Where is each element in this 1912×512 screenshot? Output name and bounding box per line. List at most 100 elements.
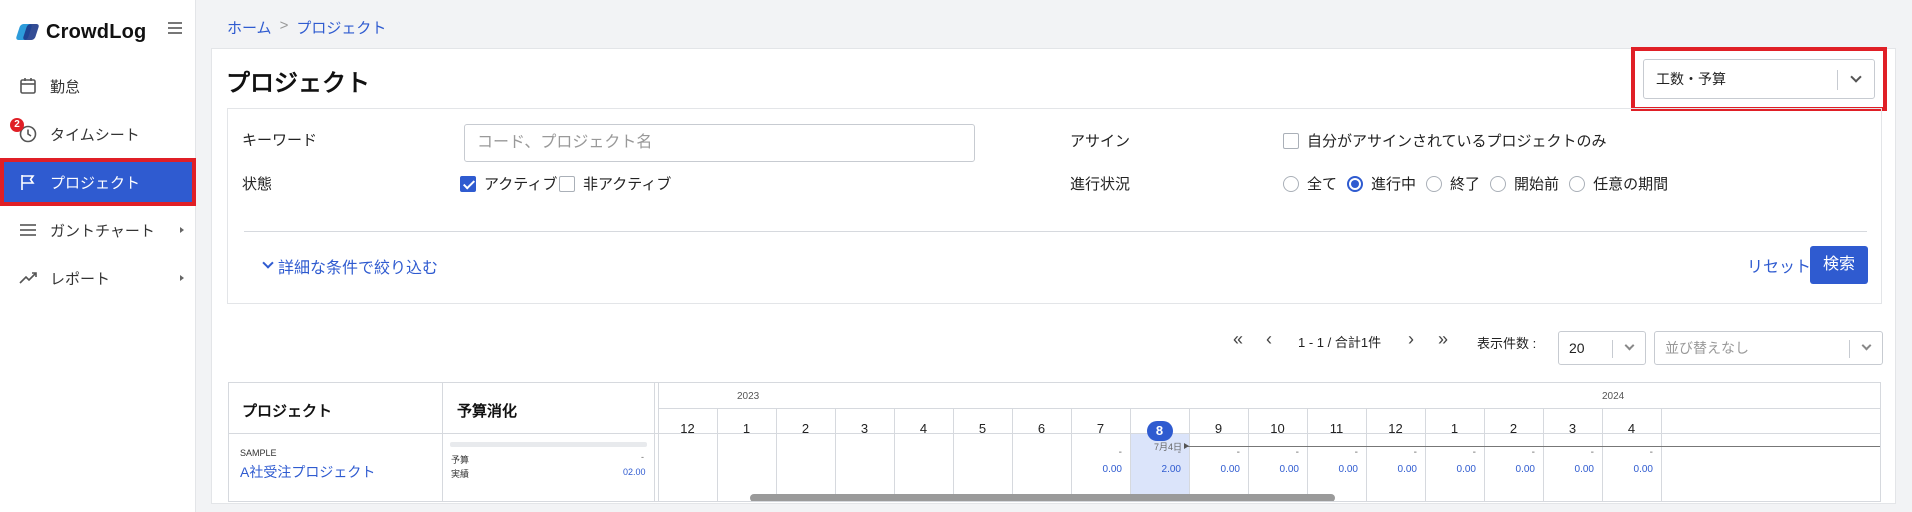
status-active-checkbox[interactable]: アクティブ [460, 173, 557, 194]
month-header: 1 [1450, 421, 1459, 436]
assign-label: アサイン [1070, 133, 1131, 150]
radio-dot[interactable] [1426, 175, 1443, 192]
caret-right-icon [180, 227, 184, 233]
breadcrumb: ホーム > プロジェクト [227, 17, 386, 38]
detail-filter-label: 詳細な条件で絞り込む [278, 260, 439, 277]
chevron-down-icon [1624, 340, 1635, 351]
status-label: 状態 [242, 176, 273, 193]
last-page-icon[interactable]: » [1438, 329, 1448, 350]
flag-icon [21, 175, 35, 190]
chevron-down-icon [1850, 71, 1862, 83]
month-cell-value: 0.00 [1279, 464, 1299, 475]
sidebar-item-gantt[interactable]: ガントチャート [0, 206, 196, 254]
chevron-down-icon [1861, 340, 1872, 351]
sidebar-item-report[interactable]: レポート [0, 254, 196, 302]
trend-icon [19, 272, 37, 284]
mode-select-value: 工数・予算 [1656, 71, 1726, 87]
timeline-start-icon [1184, 443, 1189, 449]
logo-mark-icon [15, 21, 40, 43]
search-button[interactable]: 検索 [1810, 246, 1868, 284]
next-page-icon[interactable]: › [1408, 329, 1414, 350]
radio-not-started[interactable]: 開始前 [1490, 173, 1559, 194]
keyword-label: キーワード [242, 132, 318, 149]
sidebar-item-label: タイムシート [50, 126, 140, 144]
radio-finished[interactable]: 終了 [1426, 173, 1480, 194]
first-page-icon[interactable]: « [1233, 329, 1243, 350]
crowdlog-logo[interactable]: CrowdLog [15, 18, 147, 46]
sidebar-item-label: 勤怠 [50, 78, 81, 96]
checkbox-box[interactable] [559, 175, 575, 192]
menu-toggle-icon[interactable] [168, 22, 182, 34]
sidebar-item-timesheet[interactable]: 2 タイムシート [0, 110, 196, 158]
month-cell-value: 0.00 [1220, 464, 1240, 475]
radio-any-period[interactable]: 任意の期間 [1569, 173, 1668, 194]
checkbox-checked[interactable] [460, 175, 476, 192]
column-divider [654, 383, 655, 501]
month-header: 1 [742, 421, 751, 436]
status-inactive-label: 非アクティブ [583, 176, 672, 193]
keyword-input[interactable] [464, 124, 975, 162]
timeline-line [1187, 446, 1880, 447]
radio-in-progress[interactable]: 進行中 [1347, 173, 1416, 194]
month-cell-dash: - [1649, 447, 1653, 458]
reset-button[interactable]: リセット [1747, 253, 1811, 277]
status-inactive-checkbox[interactable]: 非アクティブ [559, 173, 671, 194]
assign-checkbox[interactable]: 自分がアサインされているプロジェクトのみ [1283, 130, 1607, 151]
sidebar-item-attendance[interactable]: 勤怠 [0, 62, 196, 110]
notification-badge: 2 [10, 118, 24, 132]
per-page-select[interactable]: 20 [1558, 331, 1646, 365]
select-divider [1837, 70, 1838, 90]
month-header: 5 [978, 421, 987, 436]
month-header: 4 [919, 421, 928, 436]
progress-label: 進行状況 [1070, 176, 1131, 193]
current-month-badge: 8 [1146, 421, 1173, 441]
radio-dot[interactable] [1490, 175, 1507, 192]
sidebar-nav: 勤怠 2 タイムシート プロジェクト ガントチャート レポート [0, 62, 196, 302]
project-card: プロジェクト 工数・予算 キーワード アサイン 自分がアサインされているプロジェ… [211, 47, 1896, 504]
logo-text: CrowdLog [46, 20, 147, 43]
page-title: プロジェクト [226, 70, 370, 97]
radio-dot[interactable] [1569, 175, 1586, 192]
radio-all[interactable]: 全て [1283, 173, 1337, 194]
month-cell-value: 0.00 [1102, 464, 1122, 475]
select-divider [1849, 340, 1850, 358]
checkbox-box[interactable] [1283, 132, 1299, 149]
filter-panel: キーワード アサイン 自分がアサインされているプロジェクトのみ 状態 アクティブ… [227, 108, 1882, 304]
month-cell-dash: - [1295, 447, 1299, 458]
prev-page-icon[interactable]: ‹ [1266, 329, 1272, 350]
calendar-icon [20, 78, 36, 94]
start-date-marker: 7月4日 [1154, 442, 1183, 452]
breadcrumb-current[interactable]: プロジェクト [296, 17, 386, 38]
col-header-project: プロジェクト [242, 403, 333, 420]
radio-dot[interactable] [1283, 175, 1299, 192]
month-divider [1661, 408, 1662, 501]
sidebar-item-project[interactable]: プロジェクト [0, 158, 196, 206]
detail-filter-link[interactable]: 詳細な条件で絞り込む [262, 254, 439, 278]
month-cell-dash: - [1236, 447, 1240, 458]
month-header: 2 [801, 421, 810, 436]
month-header: 11 [1329, 421, 1344, 436]
month-cell-value: 0.00 [1338, 464, 1358, 475]
col-header-budget: 予算消化 [457, 403, 518, 420]
radio-dot-selected[interactable] [1347, 175, 1364, 192]
radio-label: 終了 [1450, 176, 1481, 193]
month-header: 12 [680, 421, 695, 436]
select-divider [1612, 340, 1613, 358]
month-header: 9 [1214, 421, 1223, 436]
month-cell-value: 0.00 [1397, 464, 1417, 475]
month-header: 8 [1130, 421, 1189, 441]
horizontal-scrollbar[interactable] [750, 494, 1335, 501]
sidebar-item-label: レポート [50, 270, 111, 288]
month-header: 10 [1270, 421, 1285, 436]
month-header: 6 [1037, 421, 1046, 436]
year-label: 2024 [1602, 391, 1625, 402]
column-divider [658, 383, 659, 501]
per-page-value: 20 [1569, 340, 1585, 356]
caret-right-icon [180, 275, 184, 281]
mode-select[interactable]: 工数・予算 [1643, 59, 1875, 99]
breadcrumb-home[interactable]: ホーム [227, 17, 272, 38]
month-header: 3 [1568, 421, 1577, 436]
filter-divider [244, 231, 1867, 232]
project-name-link[interactable]: A社受注プロジェクト [240, 462, 375, 482]
sort-select[interactable]: 並び替えなし [1654, 331, 1883, 365]
